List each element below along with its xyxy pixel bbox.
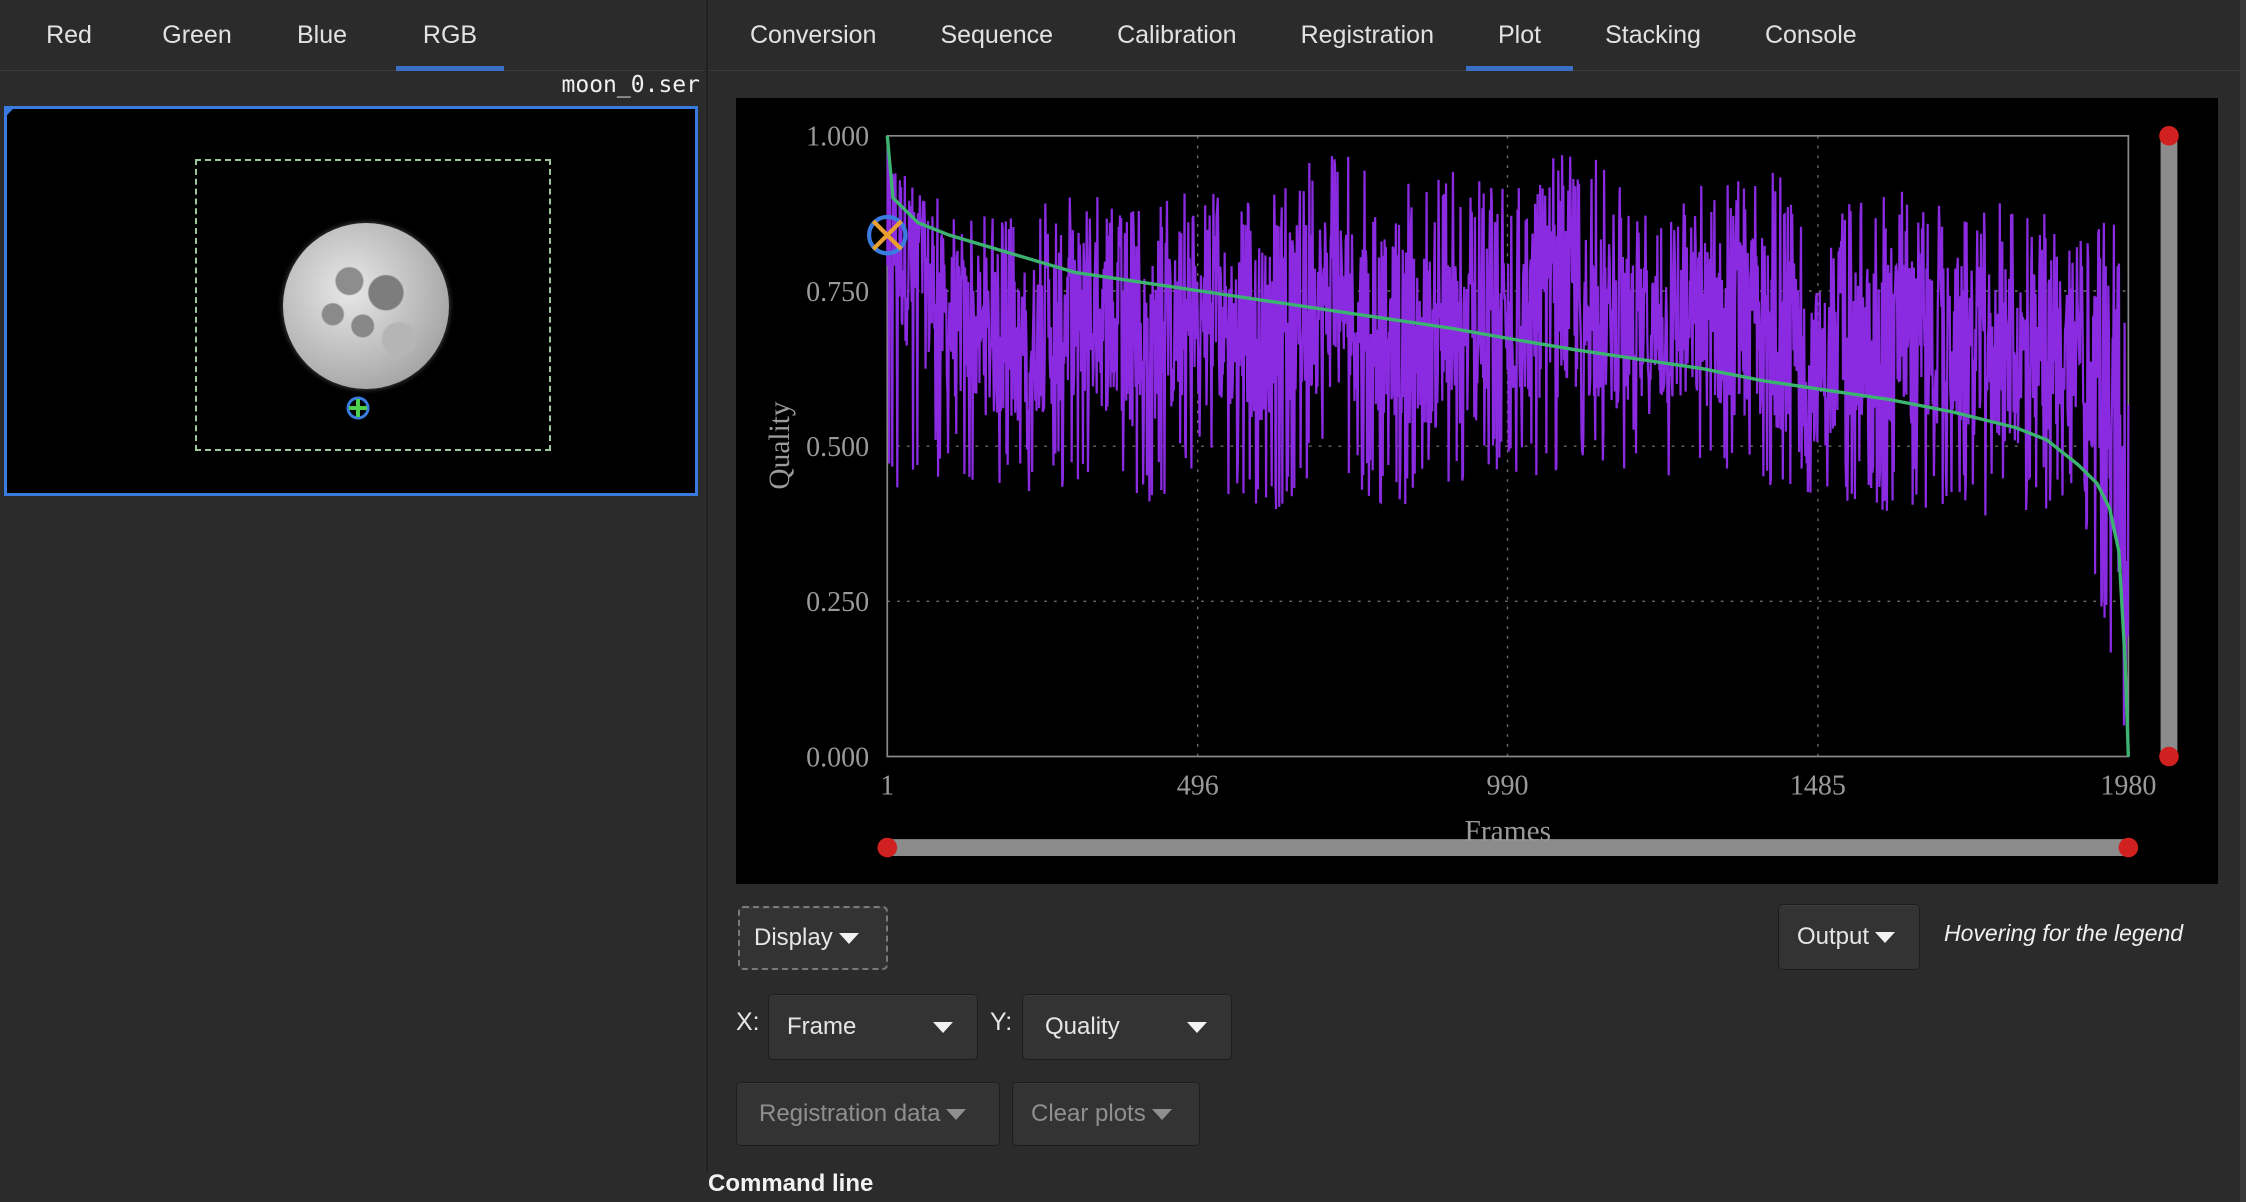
tab-label: Console: [1764, 21, 1857, 49]
clear-plots-button[interactable]: Clear plots: [1012, 1082, 1200, 1146]
x-tick-label: 1485: [1790, 770, 1846, 801]
x-tick-label: 496: [1177, 770, 1219, 801]
registration-data-button[interactable]: Registration data: [736, 1082, 1000, 1146]
clear-plots-label: Clear plots: [1031, 1100, 1146, 1127]
display-dropdown-button[interactable]: Display: [738, 906, 888, 970]
left-panel: Red Green Blue RGB moon_0.ser: [0, 0, 704, 1202]
y-tick-label: 0.750: [806, 277, 869, 308]
y-range-slider-track[interactable]: [2160, 135, 2178, 757]
moon-image: [283, 223, 449, 389]
y-tick-label: 0.500: [806, 432, 869, 463]
tab-plot[interactable]: Plot: [1465, 0, 1574, 71]
x-range-min-handle[interactable]: [877, 837, 898, 858]
display-label: Display: [754, 924, 833, 951]
x-tick-label: 1: [880, 770, 894, 801]
caret-down-icon: [1151, 1108, 1172, 1120]
caret-down-icon: [1875, 931, 1896, 943]
tab-label: Blue: [296, 21, 348, 49]
caret-down-icon: [946, 1108, 967, 1120]
selection-corner: [4, 106, 16, 118]
registration-data-label: Registration data: [759, 1100, 941, 1127]
x-tick-label: 990: [1487, 770, 1529, 801]
caret-down-icon: [838, 932, 859, 944]
y-range-min-handle[interactable]: [2159, 746, 2179, 767]
x-tick-label: 1980: [2100, 770, 2156, 801]
y-axis-select[interactable]: Quality: [1022, 994, 1232, 1060]
tab-red[interactable]: Red: [0, 0, 138, 71]
y-range-max-handle[interactable]: [2159, 126, 2179, 146]
window-edge: [2240, 0, 2246, 1202]
tab-label: Sequence: [940, 21, 1054, 49]
tab-sequence[interactable]: Sequence: [908, 0, 1085, 71]
y-axis-select-label: Y:: [990, 1008, 1013, 1036]
tab-calibration[interactable]: Calibration: [1085, 0, 1269, 71]
x-axis-select-label: X:: [736, 1008, 760, 1036]
x-axis-value: Frame: [787, 1013, 857, 1040]
command-line-label: Command line: [708, 1170, 874, 1197]
tab-green[interactable]: Green: [138, 0, 256, 71]
tab-label: Green: [162, 21, 232, 49]
tab-label: RGB: [422, 21, 478, 49]
tab-label: Calibration: [1117, 21, 1237, 49]
right-panel: Conversion Sequence Calibration Registra…: [706, 0, 2240, 1172]
y-axis-value: Quality: [1045, 1013, 1120, 1040]
caret-down-icon: [1187, 1021, 1207, 1033]
caret-down-icon: [933, 1021, 953, 1033]
tab-label: Red: [46, 21, 92, 49]
x-range-max-handle[interactable]: [2118, 837, 2139, 858]
sequence-filename: moon_0.ser: [561, 72, 700, 98]
tab-rgb[interactable]: RGB: [396, 0, 504, 71]
tab-blue[interactable]: Blue: [256, 0, 388, 71]
hover-legend-hint: Hovering for the legend: [1944, 920, 2184, 946]
output-label: Output: [1797, 923, 1870, 950]
tab-registration[interactable]: Registration: [1269, 0, 1466, 71]
y-axis-title: Quality: [764, 401, 796, 490]
image-preview[interactable]: [4, 106, 698, 496]
x-axis-select[interactable]: Frame: [768, 994, 978, 1060]
plot-area[interactable]: 1 496 990 1485 1980 1.000 0.750 0.500 0.250 0.000…: [736, 98, 2218, 884]
output-dropdown-button[interactable]: Output: [1778, 904, 1920, 970]
x-axis-title: Frames: [1465, 816, 1552, 848]
registration-crosshair-icon: [346, 396, 370, 420]
tab-label: Plot: [1497, 21, 1542, 49]
y-tick-label: 0.000: [806, 742, 869, 773]
tab-label: Conversion: [750, 21, 877, 49]
y-tick-label: 1.000: [806, 122, 869, 153]
quality-plot[interactable]: 1 496 990 1485 1980 1.000 0.750 0.500 0.250 0.000…: [736, 98, 2218, 884]
tab-label: Registration: [1300, 21, 1434, 49]
y-tick-label: 0.250: [806, 587, 869, 618]
channel-tabs: Red Green Blue RGB: [0, 0, 704, 71]
tab-label: Stacking: [1605, 21, 1701, 49]
main-tabs: Conversion Sequence Calibration Registra…: [708, 0, 2240, 71]
tab-console[interactable]: Console: [1733, 0, 1889, 71]
tab-conversion[interactable]: Conversion: [718, 0, 908, 71]
tab-stacking[interactable]: Stacking: [1573, 0, 1733, 71]
